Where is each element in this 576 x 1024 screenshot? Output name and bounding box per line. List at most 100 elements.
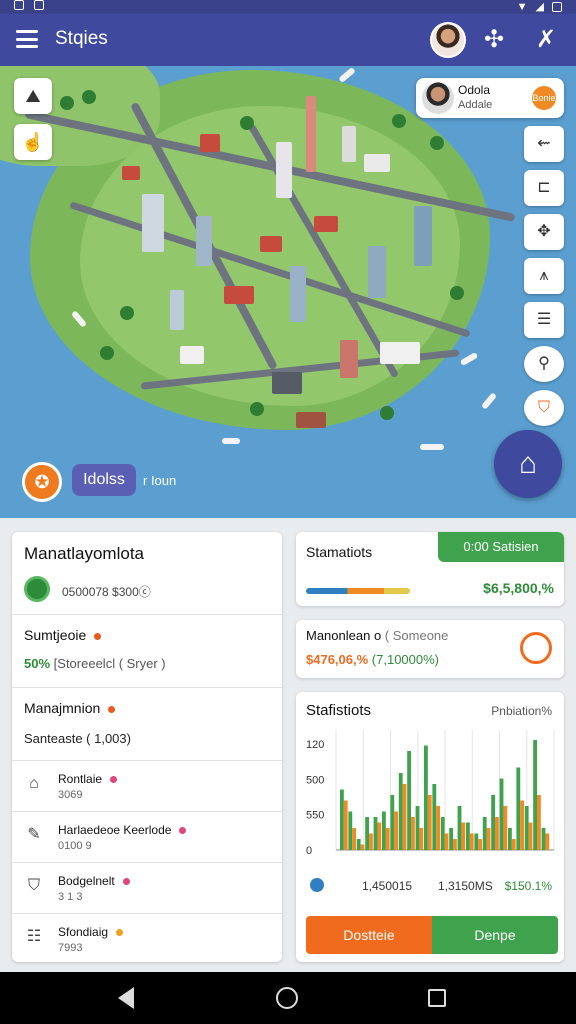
status-dot [116,929,124,937]
back-icon[interactable] [118,987,134,1009]
status-dot [122,878,130,886]
chart-bar [356,839,361,850]
building [290,266,306,322]
chart-bar [516,767,521,850]
tree [100,346,114,360]
status-dot [108,705,116,713]
select-icon[interactable]: ⊏ [524,170,564,206]
coin-balance: 0500078 $300ⓒ [62,585,151,599]
chart-bar [511,839,516,850]
building-icon: ⌂ [29,775,39,792]
chart-bar [377,822,382,850]
chart-bar [537,795,541,850]
shield-icon[interactable]: ⛉ [524,390,564,426]
house [260,236,282,252]
menu-icon[interactable] [16,30,38,48]
progress-bar [306,588,410,594]
building [368,246,386,298]
chart-bar [415,806,420,850]
chart-bar [449,828,454,850]
list-item-title[interactable]: Rontlaie [58,772,118,786]
bridge-icon[interactable]: ⩚ [524,258,564,294]
done-button[interactable]: Denpe [432,916,558,954]
chart-bar [411,817,415,850]
list-item-title[interactable]: Sfondiaig [58,925,124,939]
statistics-card[interactable]: Stamatiots 0:00 Satisien $6,5,800,% [296,532,564,606]
recents-icon[interactable] [428,989,446,1007]
section-management-title[interactable]: Manajmnion [24,700,116,716]
money-title: Manonlean o ( Someone [306,628,448,643]
house [122,166,140,180]
tools-icon[interactable]: ✗ [532,26,560,54]
divider [12,760,282,761]
build-button[interactable]: ⌂ [494,430,562,498]
bag-icon[interactable]: ⚲ [524,346,564,382]
chart-bar [365,817,370,850]
bonus-badge[interactable]: Bonie [532,86,556,110]
footer-value-3: $150.1% [504,879,552,893]
tool-column: ⇜ ⊏ ✥ ⩚ ☰ ⚲ ⛉ [524,126,564,434]
terrain-icon[interactable]: ⛰ [14,78,52,114]
status-badge[interactable]: 0:00 Satisien [438,532,564,562]
list-item-title[interactable]: Bodgelnelt [58,874,130,888]
location-icon[interactable]: ✪ [22,462,62,502]
wifi-icon: ▼ [516,0,528,13]
chart-title: Stafistiots [306,702,372,719]
section-summary-title[interactable]: Sumtjeoie [24,627,102,643]
puzzle-icon[interactable]: ✣ [480,26,508,54]
summary-percent: 50% [24,656,51,671]
chart-footer: 1,450015 1,3150MS $150.1% [296,872,564,902]
timer-icon[interactable] [520,632,552,664]
tree [82,90,96,104]
list-icon[interactable]: ☰ [524,302,564,338]
chart-bar [533,740,538,850]
building [142,194,164,252]
layer-chip[interactable]: Idolss [72,464,136,496]
hand-icon[interactable]: ☝ [14,124,52,160]
house [314,216,338,232]
list-item-label: Rontlaie [58,772,103,786]
tree [450,286,464,300]
avatar[interactable] [430,22,466,58]
document-icon: ☷ [26,928,42,945]
chart-bar [524,806,529,850]
tree [430,136,444,150]
list-item-sub: 3069 [58,789,83,801]
house [180,346,204,364]
building [340,340,358,378]
y-tick-label: 120 [306,739,324,751]
money-value-main: $476,06,% [306,652,369,667]
chart-bar [444,833,449,850]
list-item-title[interactable]: Harlaedeoe Keerlode [58,823,187,837]
chart-bar [457,806,462,850]
chart-bar [369,833,373,850]
tree [250,402,264,416]
list-item-sub: 7993 [58,942,83,954]
building [276,142,292,198]
status-dot [110,776,118,784]
home-icon[interactable] [276,987,298,1009]
chart-bar [385,828,390,850]
route-icon[interactable]: ⇜ [524,126,564,162]
city-map[interactable]: ⛰ ☝ Odola Addale Bonie ⇜ ⊏ ✥ ⩚ ☰ ⚲ ⛉ ⌂ ✪… [0,66,576,518]
stat-title: Stamatiots [306,544,373,560]
player-card[interactable]: Odola Addale Bonie [416,78,564,118]
tree [392,114,406,128]
action-buttons: Dostteie Denpe [306,916,558,954]
player-name: Odola [458,83,491,97]
boat [459,351,479,367]
divider [12,811,282,812]
house [200,134,220,152]
house [364,154,390,172]
bulldoze-icon[interactable]: ✥ [524,214,564,250]
details-button[interactable]: Dostteie [306,916,432,954]
chart-bar [440,817,445,850]
tree [60,96,74,110]
coin-icon [24,576,50,602]
chart-bar [343,800,348,850]
chart-bar [508,828,512,850]
list-item-label: Harlaedeoe Keerlode [58,823,172,837]
bar-chart: 120 500 550 0 [306,730,555,857]
section-management-label: Manajmnion [24,700,101,716]
money-card[interactable]: Manonlean o ( Someone $476,06,% (7,10000… [296,620,564,678]
